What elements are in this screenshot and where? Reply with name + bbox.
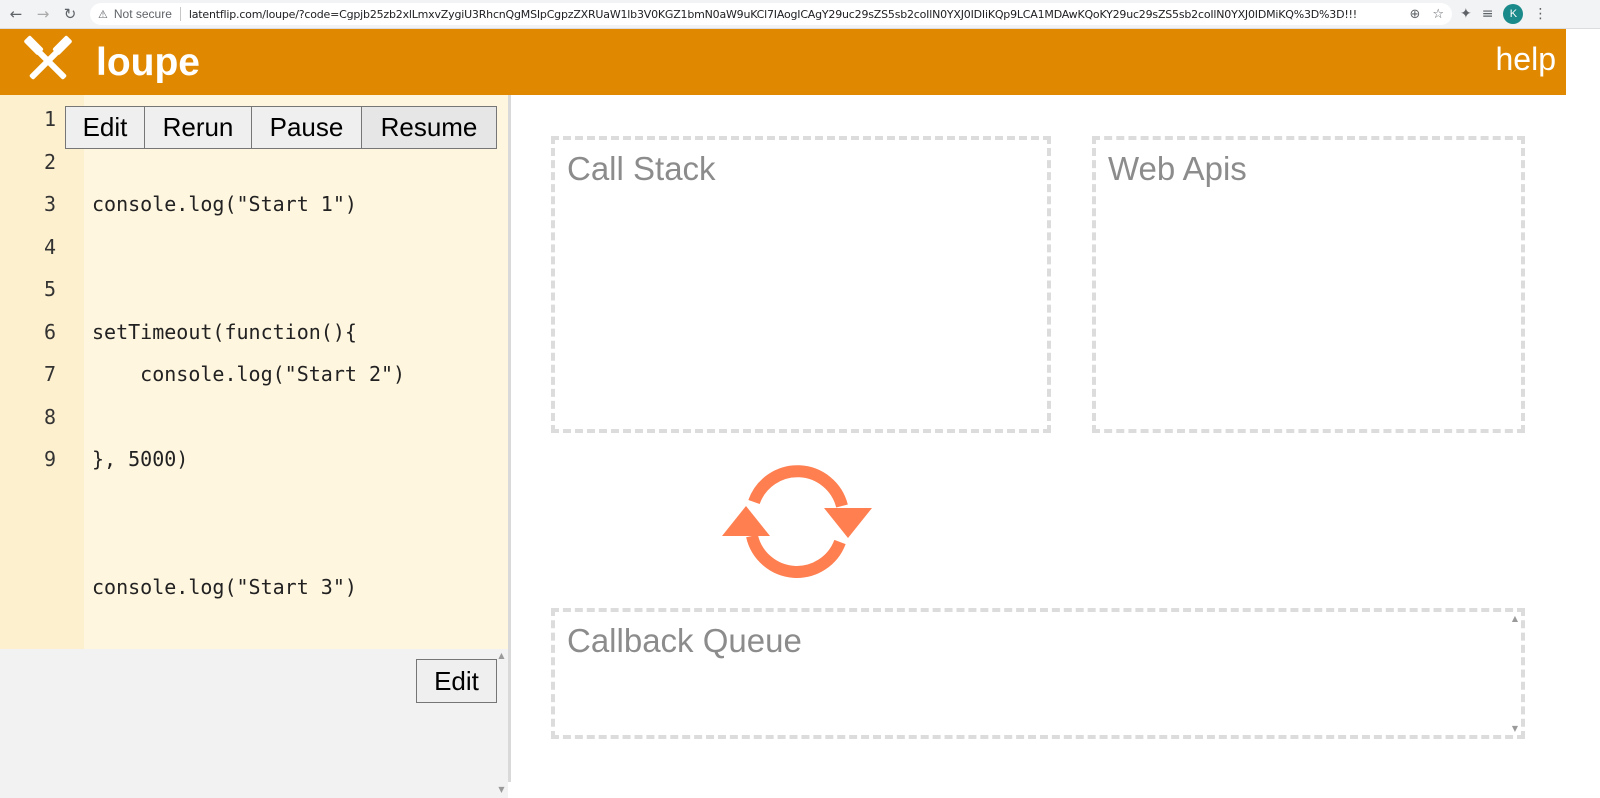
reload-icon[interactable]: ↻ — [58, 2, 82, 26]
menu-kebab-icon[interactable]: ⋮ — [1533, 6, 1547, 22]
extensions-puzzle-icon[interactable]: ✦ — [1460, 6, 1472, 22]
profile-avatar[interactable]: K — [1503, 4, 1524, 24]
line-number: 7 — [43, 362, 56, 386]
line-number: 9 — [43, 447, 56, 471]
zoom-icon[interactable]: ⊕ — [1409, 7, 1420, 22]
scroll-down-icon[interactable]: ▼ — [495, 785, 508, 794]
web-apis-panel: Web Apis — [1092, 136, 1525, 433]
code-line[interactable]: }, 5000) — [92, 447, 188, 471]
warning-triangle-icon: ⚠ — [98, 7, 108, 21]
scroll-up-icon[interactable]: ▲ — [495, 651, 508, 660]
line-number: 8 — [43, 405, 56, 429]
app-title[interactable]: loupe — [96, 41, 200, 85]
line-number: 4 — [43, 235, 56, 259]
pause-button[interactable]: Pause — [252, 106, 362, 149]
rerun-button[interactable]: Rerun — [145, 106, 252, 149]
line-number: 3 — [43, 192, 56, 216]
line-gutter: 1 2 3 4 5 6 7 8 9 — [0, 95, 84, 649]
url-text[interactable]: latentflip.com/loupe/?code=Cgpjb25zb2xlL… — [189, 8, 1357, 21]
call-stack-panel: Call Stack — [551, 136, 1051, 433]
code-editor[interactable]: 1 2 3 4 5 6 7 8 9 console.log("Start 1")… — [0, 95, 508, 649]
security-label: Not secure — [113, 7, 172, 21]
reading-list-icon[interactable]: ≡ — [1482, 6, 1494, 22]
help-link[interactable]: help — [1496, 41, 1557, 78]
resume-button[interactable]: Resume — [362, 106, 497, 149]
code-line[interactable]: console.log("Start 2") — [92, 362, 405, 386]
bookmark-star-icon[interactable]: ☆ — [1432, 7, 1444, 22]
callback-queue-panel: Callback Queue ▲ ▼ — [551, 608, 1525, 739]
scroll-up-icon[interactable]: ▲ — [1509, 614, 1521, 623]
event-loop-refresh-icon — [722, 465, 872, 578]
page-bottom — [508, 782, 1600, 798]
call-stack-title: Call Stack — [567, 150, 716, 187]
console-edit-button[interactable]: Edit — [416, 659, 497, 703]
code-line[interactable]: console.log("Start 3") — [92, 575, 357, 599]
line-number: 6 — [43, 320, 56, 344]
browser-toolbar: ← → ↻ ⚠ Not secure latentflip.com/loupe/… — [0, 0, 1600, 29]
line-number: 5 — [43, 277, 56, 301]
console-scrollbar[interactable]: ▲ ▼ — [495, 649, 508, 798]
code-line[interactable]: setTimeout(function(){ — [92, 320, 357, 344]
callback-queue-scrollbar[interactable]: ▲ ▼ — [1509, 612, 1521, 735]
code-line[interactable]: console.log("Start 1") — [92, 192, 357, 216]
edit-button[interactable]: Edit — [65, 106, 145, 149]
omnibox-separator — [179, 7, 181, 21]
line-number: 1 — [43, 107, 56, 131]
hammers-icon — [24, 35, 72, 80]
web-apis-title: Web Apis — [1108, 150, 1247, 187]
line-number: 2 — [43, 150, 56, 174]
address-bar[interactable]: ⚠ Not secure latentflip.com/loupe/?code=… — [90, 3, 1452, 25]
callback-queue-title: Callback Queue — [567, 622, 802, 659]
app-header: loupe help — [0, 29, 1600, 95]
back-icon[interactable]: ← — [4, 2, 28, 26]
pane-divider[interactable] — [508, 95, 511, 798]
scroll-down-icon[interactable]: ▼ — [1509, 724, 1521, 733]
editor-toolbar: Edit Rerun Pause Resume — [65, 106, 497, 149]
forward-icon[interactable]: → — [31, 2, 55, 26]
